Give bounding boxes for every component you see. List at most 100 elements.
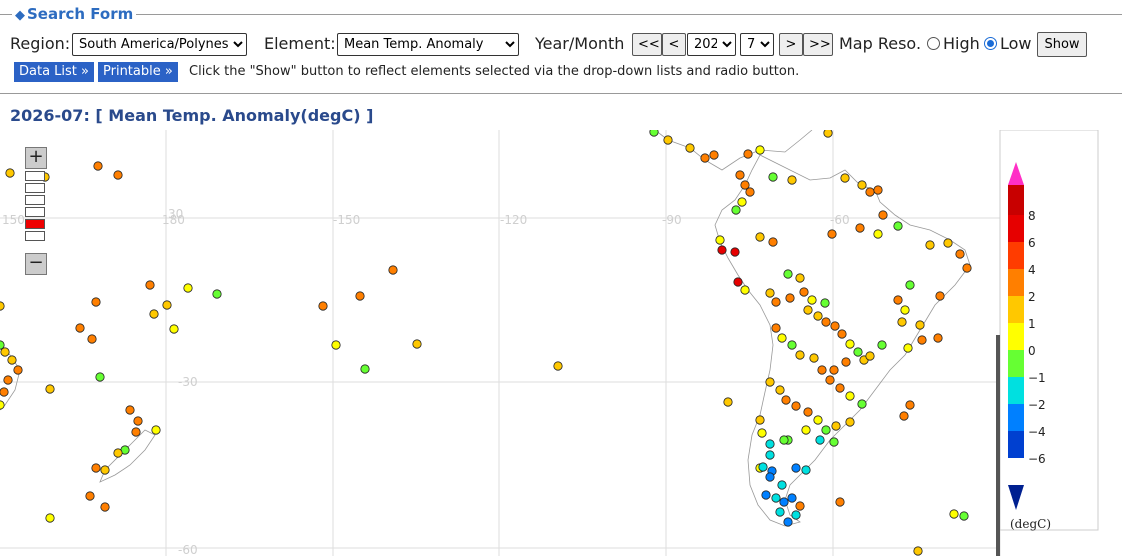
station-marker[interactable] xyxy=(93,161,103,171)
station-marker[interactable] xyxy=(893,221,903,231)
station-marker[interactable] xyxy=(768,237,778,247)
station-marker[interactable] xyxy=(318,301,328,311)
station-marker[interactable] xyxy=(765,439,775,449)
station-marker[interactable] xyxy=(841,357,851,367)
station-marker[interactable] xyxy=(151,425,161,435)
station-marker[interactable] xyxy=(91,297,101,307)
zoom-level-2[interactable] xyxy=(25,183,45,193)
zoom-level-3[interactable] xyxy=(25,195,45,205)
station-marker[interactable] xyxy=(113,448,123,458)
station-marker[interactable] xyxy=(758,462,768,472)
station-marker[interactable] xyxy=(131,427,141,437)
station-marker[interactable] xyxy=(663,135,673,145)
station-marker[interactable] xyxy=(7,355,17,365)
station-marker[interactable] xyxy=(765,450,775,460)
station-marker[interactable] xyxy=(169,324,179,334)
station-marker[interactable] xyxy=(878,210,888,220)
station-marker[interactable] xyxy=(835,383,845,393)
station-marker[interactable] xyxy=(735,170,745,180)
station-marker[interactable] xyxy=(913,546,923,556)
station-marker[interactable] xyxy=(765,288,775,298)
station-marker[interactable] xyxy=(781,395,791,405)
station-marker[interactable] xyxy=(791,510,801,520)
station-marker[interactable] xyxy=(855,223,865,233)
station-marker[interactable] xyxy=(75,323,85,333)
station-marker[interactable] xyxy=(900,305,910,315)
station-marker[interactable] xyxy=(829,437,839,447)
station-marker[interactable] xyxy=(893,295,903,305)
station-marker[interactable] xyxy=(412,339,422,349)
station-marker[interactable] xyxy=(821,317,831,327)
station-marker[interactable] xyxy=(897,317,907,327)
station-marker[interactable] xyxy=(873,185,883,195)
station-marker[interactable] xyxy=(873,229,883,239)
station-marker[interactable] xyxy=(388,265,398,275)
zoom-level-5[interactable] xyxy=(25,219,45,229)
station-marker[interactable] xyxy=(125,405,135,415)
station-marker[interactable] xyxy=(845,417,855,427)
station-marker[interactable] xyxy=(737,197,747,207)
station-marker[interactable] xyxy=(145,280,155,290)
station-marker[interactable] xyxy=(755,232,765,242)
station-marker[interactable] xyxy=(791,401,801,411)
station-marker[interactable] xyxy=(771,493,781,503)
zoom-in-button[interactable]: + xyxy=(25,147,47,169)
station-marker[interactable] xyxy=(709,150,719,160)
station-marker[interactable] xyxy=(845,391,855,401)
station-marker[interactable] xyxy=(731,205,741,215)
station-marker[interactable] xyxy=(771,297,781,307)
station-marker[interactable] xyxy=(87,334,97,344)
station-marker[interactable] xyxy=(803,305,813,315)
station-marker[interactable] xyxy=(807,295,817,305)
station-marker[interactable] xyxy=(779,497,789,507)
station-marker[interactable] xyxy=(801,465,811,475)
station-marker[interactable] xyxy=(745,187,755,197)
station-marker[interactable] xyxy=(837,329,847,339)
station-marker[interactable] xyxy=(91,463,101,473)
reso-high-option[interactable]: High xyxy=(927,30,980,58)
station-marker[interactable] xyxy=(740,285,750,295)
next-month-button[interactable]: > xyxy=(779,33,803,56)
zoom-out-button[interactable]: − xyxy=(25,253,47,275)
anomaly-map[interactable]: 150 1 8 0 -150 -120 -90 -60 30 -30 -60 8 6… xyxy=(0,130,1122,556)
station-marker[interactable] xyxy=(0,301,5,311)
station-marker[interactable] xyxy=(717,245,727,255)
station-marker[interactable] xyxy=(331,340,341,350)
station-marker[interactable] xyxy=(787,493,797,503)
station-marker[interactable] xyxy=(795,273,805,283)
station-marker[interactable] xyxy=(795,501,805,511)
station-marker[interactable] xyxy=(933,333,943,343)
station-marker[interactable] xyxy=(771,323,781,333)
station-marker[interactable] xyxy=(757,428,767,438)
element-select[interactable]: Mean Temp. Anomaly xyxy=(337,33,519,56)
station-marker[interactable] xyxy=(777,333,787,343)
station-marker[interactable] xyxy=(360,364,370,374)
data-list-button[interactable]: Data List » xyxy=(14,62,94,82)
station-marker[interactable] xyxy=(962,263,972,273)
station-marker[interactable] xyxy=(149,309,159,319)
station-marker[interactable] xyxy=(730,247,740,257)
station-marker[interactable] xyxy=(935,291,945,301)
station-marker[interactable] xyxy=(857,180,867,190)
station-marker[interactable] xyxy=(865,187,875,197)
station-marker[interactable] xyxy=(212,289,222,299)
year-select[interactable]: 2026 xyxy=(687,33,736,56)
station-marker[interactable] xyxy=(943,238,953,248)
zoom-level-6[interactable] xyxy=(25,231,45,241)
station-marker[interactable] xyxy=(925,240,935,250)
station-marker[interactable] xyxy=(821,425,831,435)
show-button[interactable]: Show xyxy=(1037,32,1087,57)
station-marker[interactable] xyxy=(723,397,733,407)
station-marker[interactable] xyxy=(899,411,909,421)
station-marker[interactable] xyxy=(829,365,839,375)
station-marker[interactable] xyxy=(5,168,15,178)
station-marker[interactable] xyxy=(799,287,809,297)
station-marker[interactable] xyxy=(715,235,725,245)
station-marker[interactable] xyxy=(13,365,23,375)
station-marker[interactable] xyxy=(813,311,823,321)
reso-low-radio[interactable] xyxy=(984,37,997,50)
station-marker[interactable] xyxy=(765,472,775,482)
map-scrollbar[interactable] xyxy=(996,335,1000,556)
station-marker[interactable] xyxy=(755,145,765,155)
station-marker[interactable] xyxy=(783,517,793,527)
